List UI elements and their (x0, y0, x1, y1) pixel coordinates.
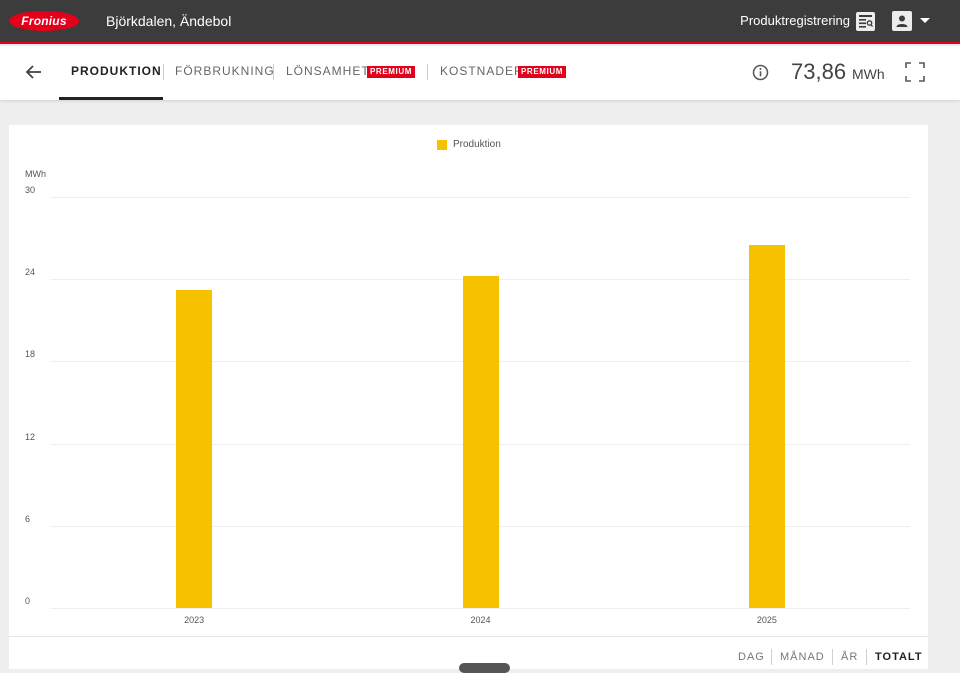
period-manad[interactable]: MÅNAD (780, 651, 825, 663)
x-tick-label: 2024 (470, 615, 491, 625)
bar-2023[interactable] (176, 290, 213, 608)
back-arrow-icon[interactable] (24, 62, 44, 82)
card-divider (9, 636, 928, 637)
y-tick-label: 30 (25, 185, 36, 195)
y-axis-unit: MWh (25, 169, 46, 179)
tab-produktion[interactable]: PRODUKTION (71, 64, 162, 100)
y-tick-label: 6 (25, 513, 31, 524)
production-chart-card: Produktion MWh 0 6 12 18 24 30 2023 2024 2025 (9, 125, 928, 669)
product-registration-link[interactable]: Produktregistrering (740, 13, 850, 28)
navigation-bar: PRODUKTION FÖRBRUKNING LÖNSAMHET PREMIUM… (0, 46, 960, 100)
y-tick-label: 12 (25, 431, 36, 442)
premium-badge: PREMIUM (367, 66, 415, 78)
period-separator (866, 649, 867, 665)
legend-label: Produktion (453, 139, 501, 150)
site-name: Björkdalen, Ändebol (106, 13, 232, 29)
scroll-indicator[interactable] (459, 663, 510, 673)
period-separator (832, 649, 833, 665)
gridline (51, 608, 910, 609)
fullscreen-icon[interactable] (905, 62, 925, 82)
caret-down-icon[interactable] (920, 18, 930, 23)
period-ar[interactable]: ÅR (841, 651, 858, 663)
top-header-bar: Fronius Björkdalen, Ändebol Produktregis… (0, 0, 960, 44)
gridline (51, 197, 910, 198)
period-dag[interactable]: DAG (738, 651, 765, 663)
tab-separator (427, 64, 428, 80)
tab-lonsamhet[interactable]: LÖNSAMHET (286, 64, 370, 100)
tab-separator (163, 64, 164, 80)
tab-kostnader[interactable]: KOSTNADER (440, 64, 524, 100)
info-icon[interactable] (752, 64, 769, 81)
tab-forbrukning[interactable]: FÖRBRUKNING (175, 64, 275, 100)
bar-2025[interactable] (748, 244, 785, 608)
x-tick-label: 2023 (184, 615, 205, 625)
period-totalt[interactable]: TOTALT (875, 651, 923, 663)
y-tick-label: 24 (25, 267, 36, 278)
premium-badge: PREMIUM (518, 66, 566, 78)
y-tick-label: 0 (25, 596, 31, 606)
legend-swatch (437, 140, 447, 150)
total-production-value: 73,86 (791, 59, 847, 84)
product-registration-icon[interactable] (856, 12, 875, 31)
tab-separator (273, 64, 274, 80)
active-tab-indicator (59, 97, 163, 100)
user-icon[interactable] (892, 11, 912, 31)
bar-2024[interactable] (462, 276, 499, 608)
y-tick-label: 18 (25, 349, 36, 360)
x-tick-label: 2025 (756, 615, 777, 625)
fronius-logo[interactable]: Fronius (9, 11, 79, 31)
total-production-unit: MWh (852, 66, 885, 82)
period-separator (771, 649, 772, 665)
